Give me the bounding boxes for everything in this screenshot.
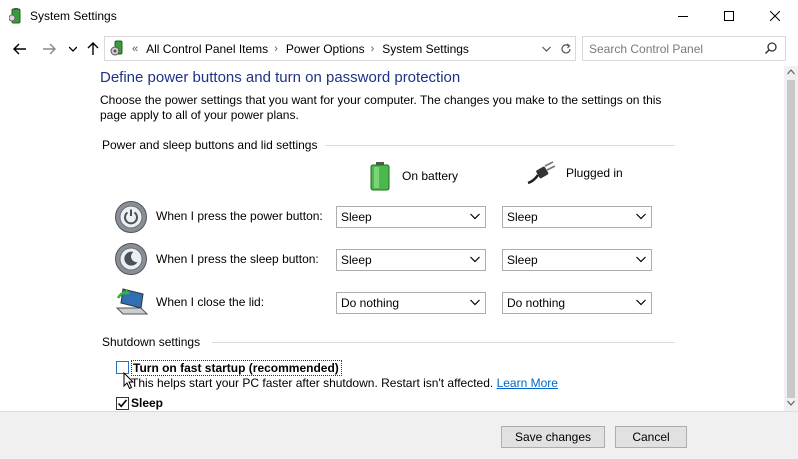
fast-startup-note: This helps start your PC faster after sh… [131,376,558,390]
sleep-button-icon [115,243,147,275]
control-panel-icon [110,40,123,56]
power-button-on-battery-select[interactable]: Sleep [336,206,486,228]
page-title: Define power buttons and turn on passwor… [100,69,461,86]
close-lid-on-battery-select[interactable]: Do nothing [336,292,486,314]
select-value: Do nothing [341,296,400,310]
chevron-down-icon [541,46,551,52]
arrow-left-icon [13,43,26,55]
cancel-button[interactable]: Cancel [615,426,687,448]
select-value: Sleep [341,210,372,224]
arrow-right-icon [43,43,56,55]
window-title: System Settings [30,9,117,23]
breadcrumb-separator-icon[interactable]: › [274,43,278,55]
maximize-button[interactable] [706,0,752,32]
title-bar: System Settings [0,0,798,32]
select-value: Sleep [507,210,538,224]
power-settings-group-label: Power and sleep buttons and lid settings [102,138,318,152]
minimize-button[interactable] [660,0,706,32]
on-battery-header: On battery [368,161,458,191]
address-bar[interactable]: « All Control Panel Items › Power Option… [104,36,576,61]
plugged-in-label: Plugged in [566,166,623,180]
search-input[interactable] [589,41,759,57]
power-plug-icon [527,161,556,185]
laptop-lid-icon [115,288,148,315]
scrollbar-thumb[interactable] [787,80,795,398]
recent-locations-button[interactable] [66,39,80,59]
save-changes-button[interactable]: Save changes [501,426,605,448]
power-button-icon [115,201,147,233]
refresh-button[interactable] [557,39,575,59]
checkmark-icon [117,399,128,408]
chevron-down-icon [470,256,480,263]
search-icon[interactable] [764,41,778,55]
battery-icon [370,162,390,191]
sleep-button-on-battery-select[interactable]: Sleep [336,249,486,271]
navigation-bar: « All Control Panel Items › Power Option… [0,32,798,66]
chevron-down-icon [636,256,646,263]
scroll-up-arrow-icon[interactable] [787,68,795,76]
fast-startup-label[interactable]: Turn on fast startup (recommended) [131,360,342,376]
chevron-down-icon [636,213,646,220]
minimize-icon [678,16,688,17]
breadcrumb-all-control-panel-items[interactable]: All Control Panel Items [146,42,268,56]
close-icon [770,11,780,21]
vertical-scrollbar[interactable] [784,66,798,411]
sleep-button-row-label: When I press the sleep button: [156,252,319,266]
select-value: Sleep [507,253,538,267]
chevron-down-icon [470,213,480,220]
power-button-plugged-in-select[interactable]: Sleep [502,206,652,228]
select-value: Do nothing [507,296,566,310]
shutdown-settings-group-label: Shutdown settings [102,335,201,349]
content-pane: Define power buttons and turn on passwor… [0,66,784,411]
close-lid-plugged-in-select[interactable]: Do nothing [502,292,652,314]
learn-more-link[interactable]: Learn More [497,376,558,390]
search-box[interactable] [582,36,786,61]
power-options-app-icon [9,8,21,24]
address-history-button[interactable] [537,39,555,59]
back-button[interactable] [10,39,30,59]
chevron-down-icon [69,46,77,52]
sleep-label: Sleep [131,396,164,410]
close-button[interactable] [752,0,798,32]
breadcrumb-separator-icon[interactable]: › [371,43,375,55]
power-button-row-label: When I press the power button: [156,209,323,223]
breadcrumb-system-settings[interactable]: System Settings [382,42,469,56]
sleep-button-plugged-in-select[interactable]: Sleep [502,249,652,271]
scroll-down-arrow-icon[interactable] [787,399,795,407]
close-lid-row-label: When I close the lid: [156,295,265,309]
maximize-icon [724,11,734,21]
forward-button[interactable] [39,39,59,59]
plugged-in-header: Plugged in [526,161,623,185]
page-description: Choose the power settings that you want … [100,93,662,122]
refresh-icon [561,43,571,54]
fast-startup-description: This helps start your PC faster after sh… [131,376,494,390]
select-value: Sleep [341,253,372,267]
group-divider [212,342,675,343]
dialog-footer: Save changes Cancel [0,411,798,459]
arrow-up-icon [87,42,99,55]
chevron-down-icon [636,299,646,306]
up-button[interactable] [84,39,102,59]
group-divider [325,145,675,146]
sleep-checkbox[interactable] [116,397,129,410]
on-battery-label: On battery [402,169,459,183]
breadcrumb: « All Control Panel Items › Power Option… [132,42,469,56]
breadcrumb-power-options[interactable]: Power Options [286,42,365,56]
chevron-down-icon [470,299,480,306]
breadcrumb-overflow[interactable]: « [132,43,138,55]
